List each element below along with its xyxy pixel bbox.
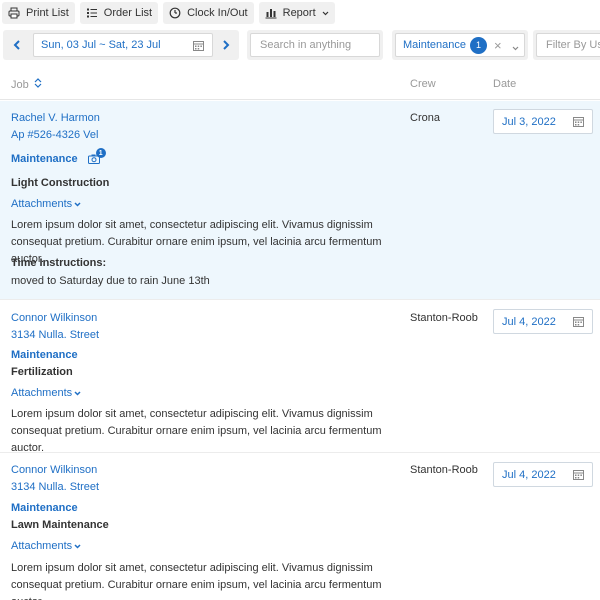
job-description: Lorem ipsum dolor sit amet, consectetur … [11,408,382,454]
client-name-link[interactable]: Connor Wilkinson [11,312,97,324]
service-name: Fertilization [11,366,73,378]
clock-in-out-button[interactable]: Clock In/Out [163,2,254,24]
chevron-down-icon [74,540,81,552]
crew-column-header: Crew [410,78,436,90]
job-column-header[interactable]: Job [11,78,42,91]
table-row[interactable]: Connor Wilkinson 3134 Nulla. Street Main… [0,301,600,454]
job-type-filter: Maintenance 1 × [392,30,528,60]
address-link[interactable]: Ap #526-4326 Vel [11,129,98,141]
job-type-label: Maintenance [11,153,78,165]
photo-count-badge: 1 [95,148,106,158]
search-input[interactable]: Search in anything [250,33,380,57]
printer-icon [8,7,20,19]
user-filter: Filter By User [533,30,600,60]
attachments-label: Attachments [11,540,73,552]
print-list-button[interactable]: Print List [2,2,75,24]
crew-name: Crona [410,112,440,124]
calendar-icon [573,469,584,483]
user-filter-input[interactable]: Filter By User [536,33,600,57]
job-type-value: Maintenance [403,39,466,51]
time-instructions-text: moved to Saturday due to rain June 13th [11,275,210,287]
job-column-label: Job [11,78,29,91]
client-name-link[interactable]: Connor Wilkinson [11,464,97,476]
client-name-link[interactable]: Rachel V. Harmon [11,112,100,124]
job-type-row: Maintenance 1 [11,148,106,165]
report-label: Report [282,7,316,19]
job-type-count-badge: 1 [470,36,487,54]
close-icon[interactable]: × [494,38,502,53]
chevron-down-icon [74,387,81,399]
calendar-icon [193,40,204,54]
job-date-input[interactable]: Jul 3, 2022 [493,109,593,134]
job-type-select[interactable]: Maintenance 1 × [395,33,525,57]
crew-name: Stanton-Roob [410,312,478,324]
attachments-toggle[interactable]: Attachments [11,198,81,210]
date-range-picker: Sun, 03 Jul ~ Sat, 23 Jul [3,30,239,60]
attachments-toggle[interactable]: Attachments [11,387,81,399]
attachments-label: Attachments [11,198,73,210]
address-link[interactable]: 3134 Nulla. Street [11,481,99,493]
list-order-icon [86,7,98,19]
chevron-right-icon[interactable] [219,38,233,52]
crew-name: Stanton-Roob [410,464,478,476]
search-placeholder: Search in anything [260,39,352,51]
report-dropdown[interactable]: Report [258,2,335,24]
search-box: Search in anything [247,30,383,60]
order-list-label: Order List [103,7,153,19]
sort-icon [34,78,42,91]
calendar-icon [573,316,584,330]
bar-chart-icon [265,7,277,19]
camera-icon[interactable]: 1 [87,148,106,164]
address-link[interactable]: 3134 Nulla. Street [11,329,99,341]
job-description: Lorem ipsum dolor sit amet, consectetur … [11,562,382,600]
job-date-value: Jul 3, 2022 [502,115,556,128]
chevron-down-icon [74,198,81,210]
table-row[interactable]: Connor Wilkinson 3134 Nulla. Street Main… [0,454,600,600]
attachments-label: Attachments [11,387,73,399]
attachments-toggle[interactable]: Attachments [11,540,81,552]
chevron-left-icon[interactable] [10,38,24,52]
service-name: Light Construction [11,177,110,189]
chevron-down-icon [322,11,329,16]
user-filter-placeholder: Filter By User [546,39,600,51]
table-row[interactable]: Rachel V. Harmon Ap #526-4326 Vel Mainte… [0,101,600,300]
job-date-value: Jul 4, 2022 [502,468,556,481]
calendar-icon [573,116,584,130]
job-date-input[interactable]: Jul 4, 2022 [493,462,593,487]
date-range-input[interactable]: Sun, 03 Jul ~ Sat, 23 Jul [33,33,213,57]
clock-icon [169,7,181,19]
print-list-label: Print List [26,7,69,19]
job-type-label: Maintenance [11,349,78,361]
date-range-text: Sun, 03 Jul ~ Sat, 23 Jul [41,39,161,51]
job-type-label: Maintenance [11,502,78,514]
date-column-header: Date [493,78,517,90]
table-header: Job Crew Date [0,72,600,100]
service-name: Lawn Maintenance [11,519,109,531]
filter-bar: Sun, 03 Jul ~ Sat, 23 Jul Search in anyt… [0,30,600,60]
chevron-down-icon[interactable] [512,42,519,54]
job-date-value: Jul 4, 2022 [502,315,556,328]
job-date-input[interactable]: Jul 4, 2022 [493,309,593,334]
toolbar: Print List Order List Clock In/Out Repor… [0,2,335,24]
clock-in-out-label: Clock In/Out [187,7,248,19]
order-list-button[interactable]: Order List [79,2,159,24]
time-instructions-label: Time Instructions: [11,257,107,269]
